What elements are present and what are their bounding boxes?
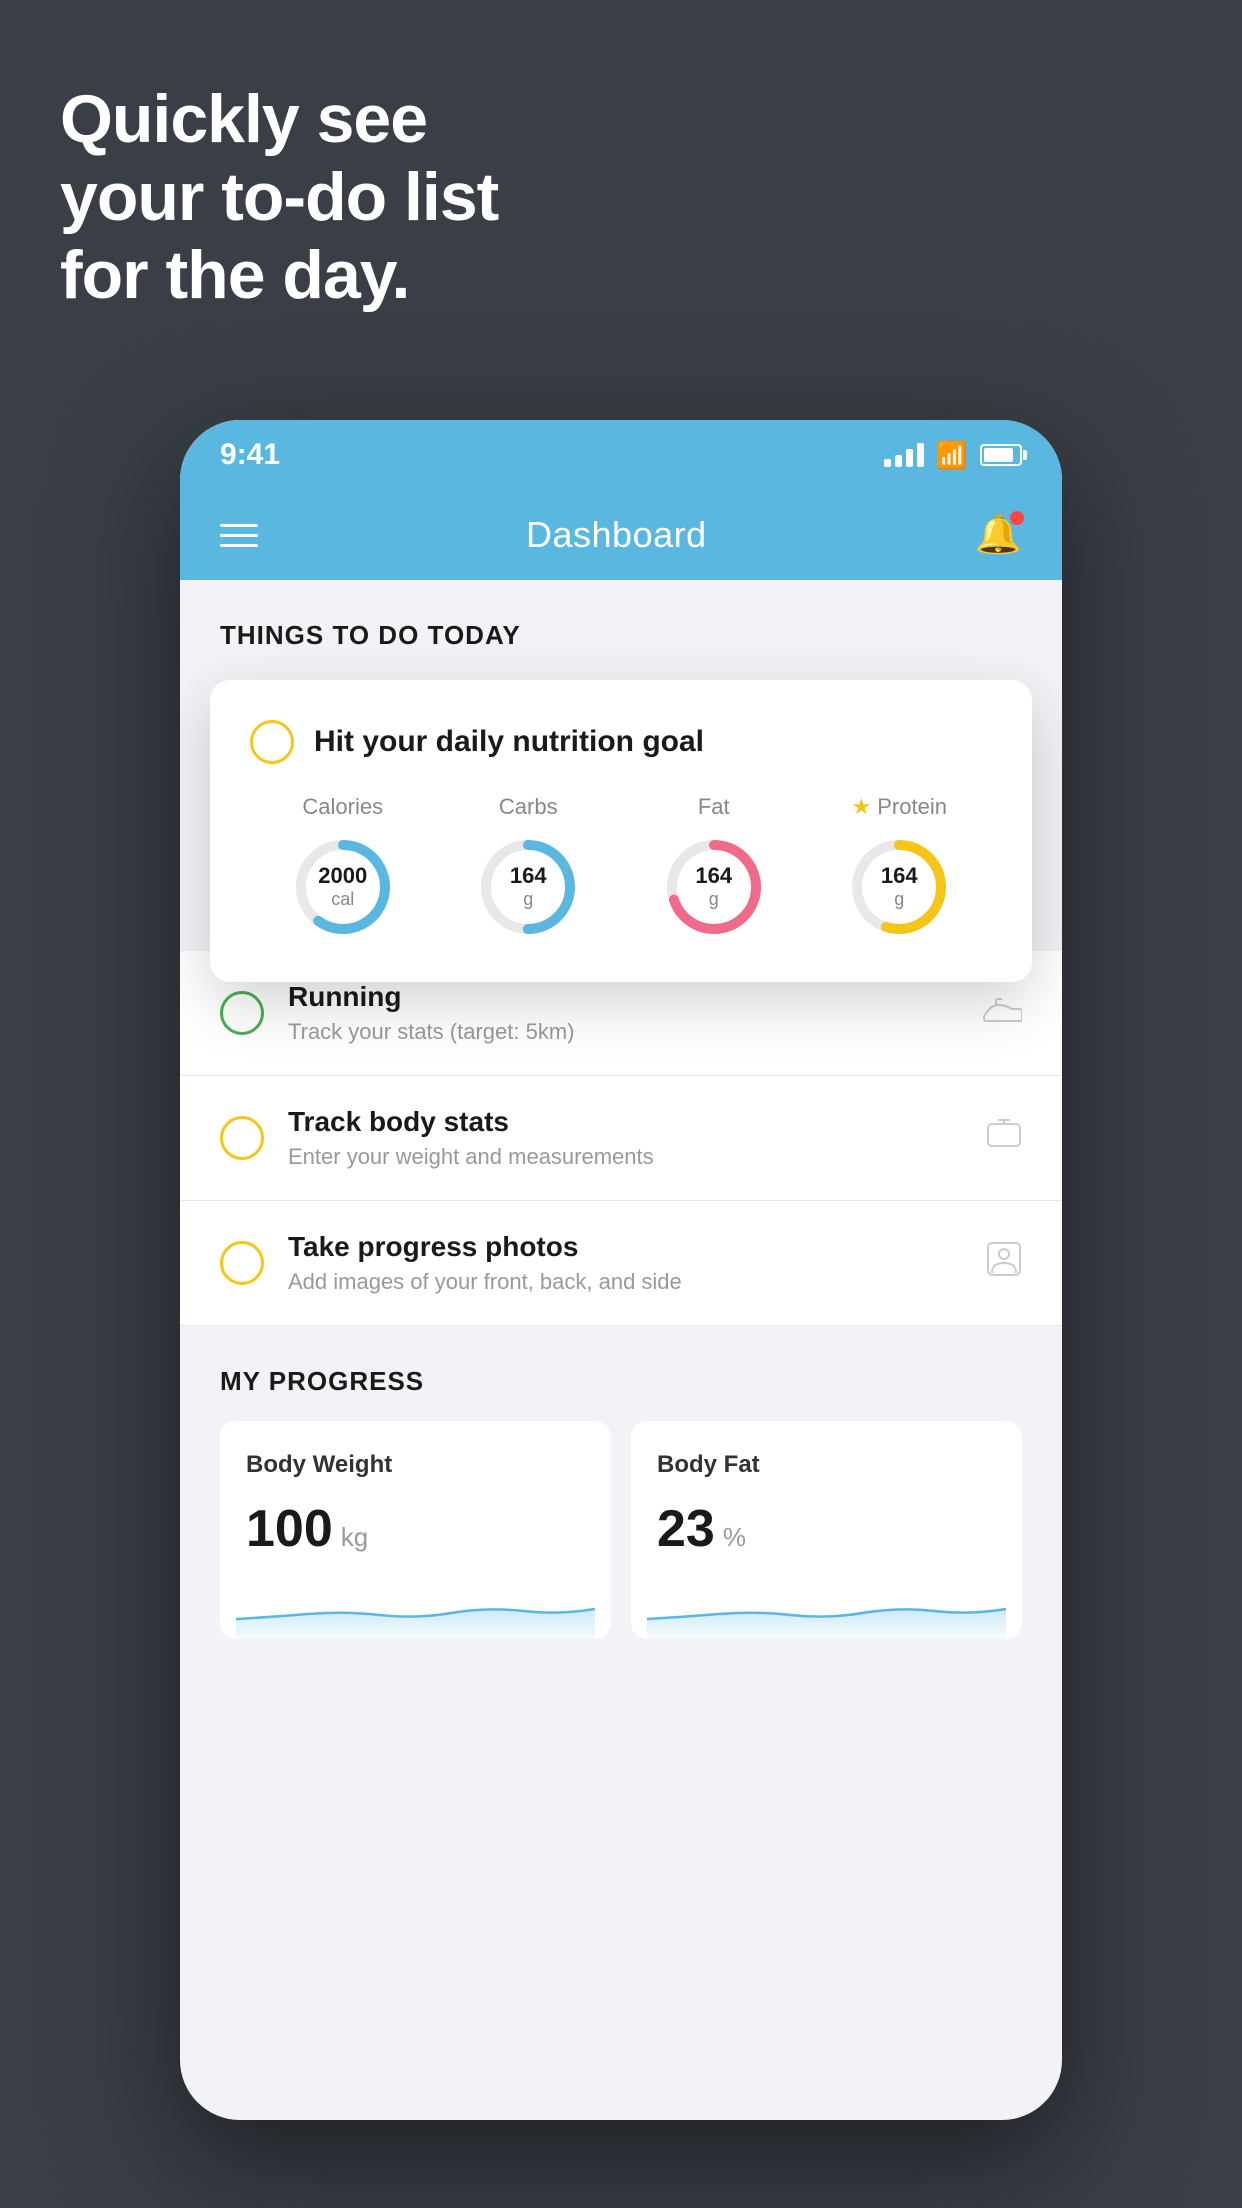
progress-header: MY PROGRESS (220, 1366, 1022, 1397)
progress-unit: kg (341, 1522, 368, 1553)
donut-chart: 2000 cal (288, 832, 398, 942)
list-item[interactable]: Take progress photos Add images of your f… (180, 1201, 1062, 1326)
donut-value: 164 g (510, 863, 547, 911)
header-title: Dashboard (526, 514, 707, 556)
menu-button[interactable] (220, 524, 258, 547)
list-item-title: Track body stats (288, 1106, 962, 1138)
scale-icon (986, 1116, 1022, 1161)
list-item-subtitle: Enter your weight and measurements (288, 1144, 962, 1170)
main-content: THINGS TO DO TODAY Hit your daily nutrit… (180, 580, 1062, 1639)
donut-chart: 164 g (659, 832, 769, 942)
nutrition-card: Hit your daily nutrition goal Calories 2… (210, 680, 1032, 982)
phone-mockup: 9:41 📶 Dashboard 🔔 THINGS TO DO TODAY (180, 420, 1062, 2120)
list-item-title: Running (288, 981, 958, 1013)
person-icon (986, 1241, 1022, 1286)
list-item-content: Running Track your stats (target: 5km) (288, 981, 958, 1045)
nutrition-item-protein: ★Protein 164 g (844, 794, 954, 942)
list-item-title: Take progress photos (288, 1231, 962, 1263)
status-time: 9:41 (220, 438, 280, 472)
notification-bell[interactable]: 🔔 (975, 513, 1022, 557)
list-item-subtitle: Track your stats (target: 5km) (288, 1019, 958, 1045)
progress-number: 23 (657, 1499, 715, 1559)
wifi-icon: 📶 (936, 440, 968, 471)
nutrition-label: Fat (698, 794, 730, 820)
list-item-subtitle: Add images of your front, back, and side (288, 1269, 962, 1295)
progress-section: MY PROGRESS Body Weight 100 kg Body Fat 23% (180, 1366, 1062, 1639)
donut-chart: 164 g (473, 832, 583, 942)
progress-card[interactable]: Body Fat 23% (631, 1421, 1022, 1639)
check-circle[interactable] (220, 991, 264, 1035)
progress-card[interactable]: Body Weight 100 kg (220, 1421, 611, 1639)
battery-icon (980, 444, 1022, 466)
star-icon: ★ (852, 794, 872, 820)
progress-value-row: 100 kg (246, 1499, 585, 1559)
nutrition-card-title: Hit your daily nutrition goal (314, 725, 704, 759)
nutrition-item-fat: Fat 164 g (659, 794, 769, 942)
nutrition-grid: Calories 2000 cal Carbs 164 g Fat 164 g … (250, 794, 992, 942)
donut-value: 164 g (881, 863, 918, 911)
nutrition-label: ★Protein (852, 794, 947, 820)
donut-value: 2000 cal (318, 863, 367, 911)
progress-card-title: Body Fat (657, 1451, 996, 1479)
list-item-content: Track body stats Enter your weight and me… (288, 1106, 962, 1170)
sparkline-chart (236, 1579, 595, 1639)
nutrition-check-circle[interactable] (250, 720, 294, 764)
progress-unit: % (723, 1522, 746, 1553)
progress-cards: Body Weight 100 kg Body Fat 23% (220, 1421, 1022, 1639)
nutrition-label: Carbs (499, 794, 558, 820)
sparkline-chart (647, 1579, 1006, 1639)
app-header: Dashboard 🔔 (180, 490, 1062, 580)
progress-number: 100 (246, 1499, 333, 1559)
check-circle[interactable] (220, 1116, 264, 1160)
list-item-content: Take progress photos Add images of your f… (288, 1231, 962, 1295)
check-circle[interactable] (220, 1241, 264, 1285)
hero-line3: for the day. (60, 236, 498, 314)
status-icons: 📶 (884, 440, 1022, 471)
card-title-row: Hit your daily nutrition goal (250, 720, 992, 764)
notification-dot (1010, 511, 1024, 525)
hero-line2: your to-do list (60, 158, 498, 236)
donut-chart: 164 g (844, 832, 954, 942)
todo-list: Running Track your stats (target: 5km) Tr… (180, 951, 1062, 1326)
progress-card-title: Body Weight (246, 1451, 585, 1479)
status-bar: 9:41 📶 (180, 420, 1062, 490)
list-item[interactable]: Track body stats Enter your weight and me… (180, 1076, 1062, 1201)
donut-value: 164 g (695, 863, 732, 911)
signal-icon (884, 443, 924, 467)
nutrition-item-carbs: Carbs 164 g (473, 794, 583, 942)
progress-value-row: 23% (657, 1499, 996, 1559)
things-to-do-header: THINGS TO DO TODAY (180, 580, 1062, 671)
shoe-icon (982, 992, 1022, 1034)
nutrition-label: Calories (302, 794, 383, 820)
hero-text: Quickly see your to-do list for the day. (60, 80, 498, 315)
hero-line1: Quickly see (60, 80, 498, 158)
nutrition-item-calories: Calories 2000 cal (288, 794, 398, 942)
